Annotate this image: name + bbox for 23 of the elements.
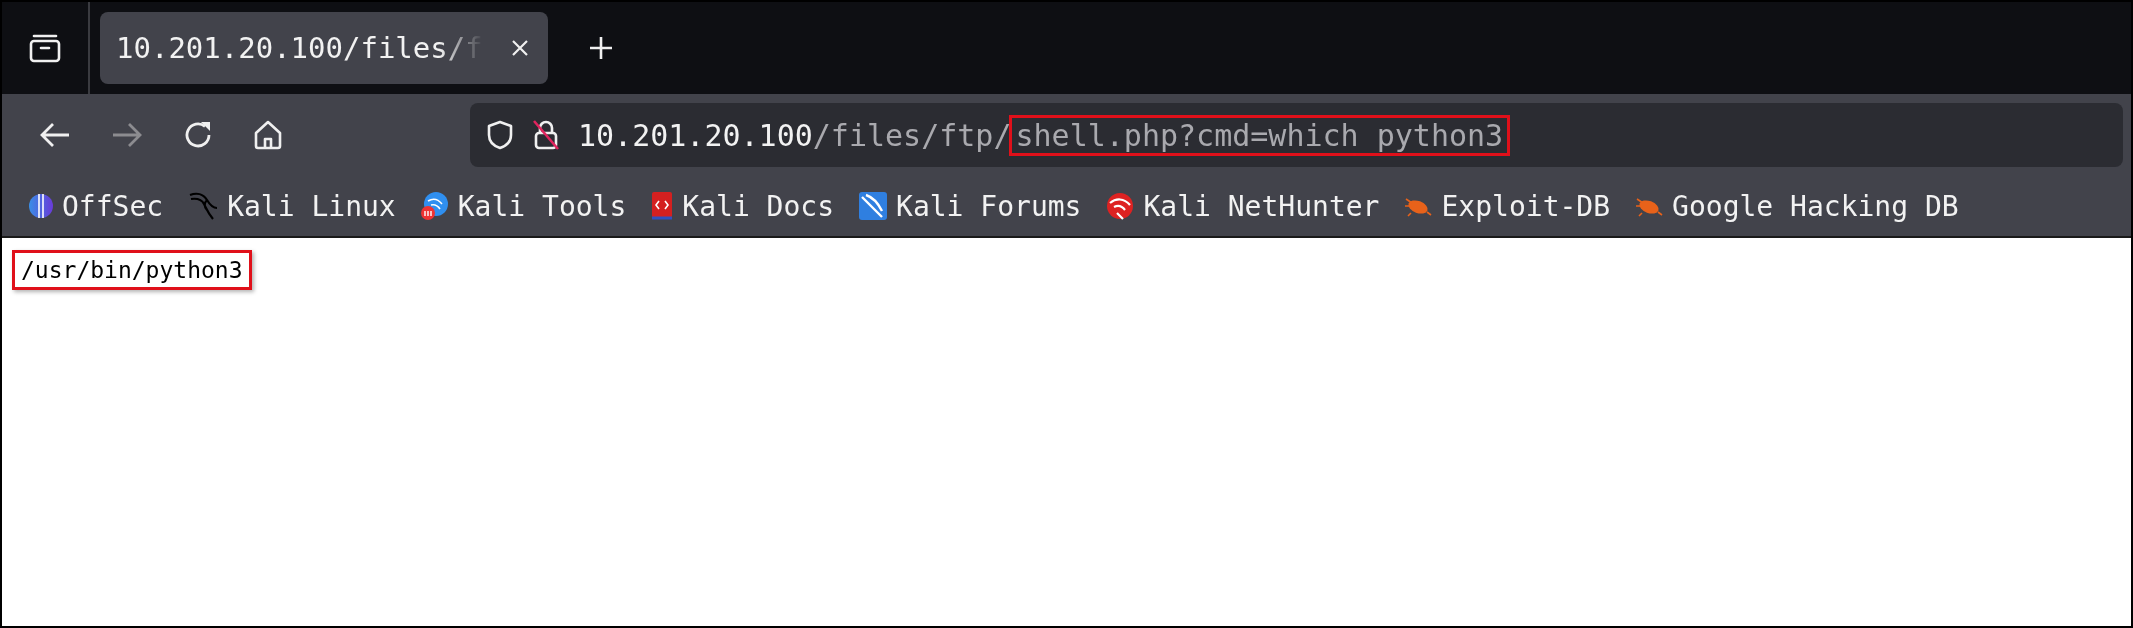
bookmark[interactable]: Kali NetHunter	[1105, 189, 1380, 223]
url-host: 10.201.20.100	[578, 117, 813, 153]
bookmark[interactable]: OffSec	[28, 189, 164, 223]
bookmark[interactable]: Exploit-DB	[1403, 189, 1611, 223]
bookmark[interactable]: Kali Forums	[858, 189, 1082, 223]
crossed-lock-icon[interactable]	[532, 118, 560, 152]
close-icon[interactable]	[510, 38, 530, 58]
new-tab-icon[interactable]	[588, 35, 614, 61]
bookmark[interactable]: Kali Linux	[187, 189, 396, 223]
bookmark[interactable]: Google Hacking DB	[1634, 189, 1959, 223]
command-output: /usr/bin/python3	[12, 250, 252, 290]
striped-circle-icon	[28, 193, 54, 219]
browser-tab[interactable]: 10.201.20.100/files/f	[100, 12, 548, 84]
back-arrow-icon[interactable]	[38, 121, 72, 149]
url-path: /files/ftp/	[812, 117, 1012, 153]
url-query: shell.php?cmd=which python3	[1011, 117, 1508, 153]
book-icon	[650, 191, 675, 221]
bookmark[interactable]: Kali Tools	[419, 189, 627, 223]
address-bar[interactable]: 10.201.20.100/files/ftp/shell.php?cmd=which python3	[470, 103, 2123, 167]
bookmark[interactable]: Kali Docs	[650, 189, 835, 223]
shield-icon[interactable]	[486, 119, 514, 151]
tab-manager-icon[interactable]	[28, 32, 62, 64]
home-icon[interactable]	[252, 119, 284, 151]
